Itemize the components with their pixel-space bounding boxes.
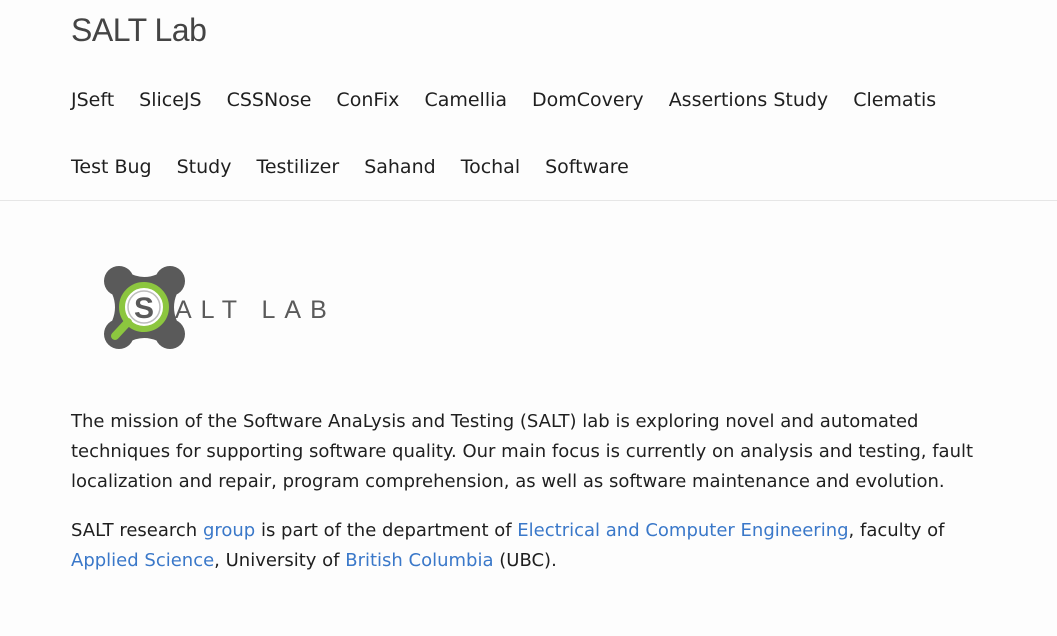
affiliation-text: , University of xyxy=(214,550,346,571)
affiliation-text: is part of the department of xyxy=(255,520,518,541)
group-link[interactable]: group xyxy=(203,520,255,541)
nav-link-cssnose[interactable]: CSSNose xyxy=(227,68,312,135)
nav-link-domcovery[interactable]: DomCovery xyxy=(532,68,644,135)
nav-link-test-bug[interactable]: Test Bug xyxy=(71,135,152,202)
british-columbia-link[interactable]: British Columbia xyxy=(345,550,493,571)
main-content: S ALT LAB The mission of the Software An… xyxy=(71,250,1011,576)
salt-lab-logo: S ALT LAB xyxy=(104,266,336,349)
nav-link-study[interactable]: Study xyxy=(177,135,232,202)
nav-link-jseft[interactable]: JSeft xyxy=(71,68,114,135)
site-title[interactable]: SALT Lab xyxy=(71,12,207,49)
affiliation-paragraph: SALT research group is part of the depar… xyxy=(71,516,1011,576)
nav-link-sahand[interactable]: Sahand xyxy=(364,135,436,202)
applied-science-link[interactable]: Applied Science xyxy=(71,550,214,571)
site-header: SALT Lab JSeft SliceJS CSSNose ConFix Ca… xyxy=(0,0,1057,201)
nav-link-confix[interactable]: ConFix xyxy=(336,68,399,135)
logo-s-letter: S xyxy=(134,292,154,325)
logo-wordmark: ALT LAB xyxy=(175,296,336,324)
nav-link-assertions-study[interactable]: Assertions Study xyxy=(669,68,829,135)
nav-link-testilizer[interactable]: Testilizer xyxy=(256,135,339,202)
nav-link-software[interactable]: Software xyxy=(545,135,629,202)
mission-paragraph: The mission of the Software AnaLysis and… xyxy=(71,411,974,492)
nav-link-slicejs[interactable]: SliceJS xyxy=(139,68,201,135)
nav-link-tochal[interactable]: Tochal xyxy=(461,135,520,202)
affiliation-text: SALT research xyxy=(71,520,203,541)
main-nav: JSeft SliceJS CSSNose ConFix Camellia Do… xyxy=(71,68,1001,202)
nav-link-clematis[interactable]: Clematis xyxy=(853,68,936,135)
ece-department-link[interactable]: Electrical and Computer Engineering xyxy=(517,520,848,541)
nav-link-camellia[interactable]: Camellia xyxy=(424,68,507,135)
affiliation-text: , faculty of xyxy=(848,520,945,541)
affiliation-text: (UBC). xyxy=(493,550,557,571)
